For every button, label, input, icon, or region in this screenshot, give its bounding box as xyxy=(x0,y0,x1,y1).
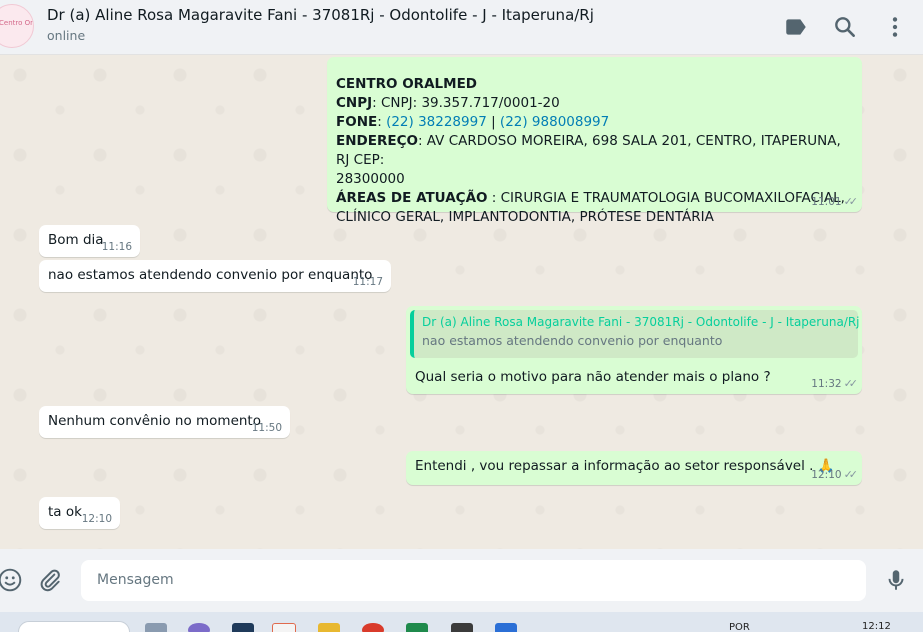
areas-value-cont: CLÍNICO GERAL, IMPLANTODONTIA, PRÓTESE D… xyxy=(336,209,714,225)
message-text: Qual seria o motivo para não atender mai… xyxy=(415,369,771,385)
cnpj-value: : CNPJ: 39.357.717/0001-20 xyxy=(372,95,560,111)
taskbar-clock[interactable]: 12:12 xyxy=(862,621,891,632)
message-time: 11:50 xyxy=(251,422,282,434)
message-input-placeholder: Mensagem xyxy=(97,572,174,588)
menu-icon[interactable] xyxy=(882,14,908,40)
taskbar-app-icon[interactable] xyxy=(145,623,167,632)
taskbar-app-icon[interactable] xyxy=(318,623,340,632)
endereco-label: ENDEREÇO xyxy=(336,133,418,149)
areas-label: ÁREAS DE ATUAÇÃO xyxy=(336,190,488,206)
message-time: 12:10 xyxy=(81,513,112,525)
message-text: Entendi , vou repassar a informação ao s… xyxy=(415,458,835,474)
contact-name[interactable]: Dr (a) Aline Rosa Magaravite Fani - 3708… xyxy=(47,6,594,24)
fone-label: FONE xyxy=(336,114,378,130)
double-check-icon: ✓✓ xyxy=(843,195,859,208)
message-text: Bom dia xyxy=(48,232,104,248)
message-time: 11:16 xyxy=(101,241,132,253)
message-outgoing-business-info[interactable]: CENTRO ORALMED CNPJ: CNPJ: 39.357.717/00… xyxy=(327,57,862,225)
compose-bar: Mensagem xyxy=(0,549,923,612)
cnpj-label: CNPJ xyxy=(336,95,373,111)
message-text: Nenhum convênio no momento xyxy=(48,413,261,429)
message-text: nao estamos atendendo convenio por enqua… xyxy=(48,267,373,283)
double-check-icon: ✓✓ xyxy=(843,377,859,390)
message-incoming[interactable]: Nenhum convênio no momento 11:50 xyxy=(39,406,290,438)
keyboard-language[interactable]: POR xyxy=(729,622,750,632)
message-time: 12:10 ✓✓ xyxy=(811,468,859,481)
message-outgoing[interactable]: Entendi , vou repassar a informação ao s… xyxy=(406,451,862,485)
taskbar-search[interactable] xyxy=(18,621,130,632)
taskbar-app-icon[interactable] xyxy=(406,623,428,632)
search-icon[interactable] xyxy=(832,14,858,40)
areas-value: : CIRURGIA E TRAUMATOLOGIA BUCOMAXILOFAC… xyxy=(487,190,845,206)
attach-icon[interactable] xyxy=(37,567,63,593)
message-time: 11:17 xyxy=(352,276,383,288)
chat-header: Centro Oralmed Dr (a) Aline Rosa Magarav… xyxy=(0,0,923,55)
company-name: CENTRO ORALMED xyxy=(336,76,477,92)
os-taskbar: POR 12:12 xyxy=(0,612,923,632)
phone-link-1[interactable]: (22) 38228997 xyxy=(386,114,487,130)
mic-icon[interactable] xyxy=(883,567,909,593)
message-incoming[interactable]: ta ok 12:10 xyxy=(39,497,120,529)
phone-divider: | xyxy=(486,114,500,130)
quoted-author: Dr (a) Aline Rosa Magaravite Fani - 3708… xyxy=(422,315,860,329)
taskbar-app-icon[interactable] xyxy=(451,623,473,632)
emoji-icon[interactable] xyxy=(0,567,23,593)
endereco-cep: 28300000 xyxy=(336,171,405,187)
message-time: 11:01 ✓✓ xyxy=(811,195,859,208)
taskbar-app-icon[interactable] xyxy=(362,623,384,632)
message-outgoing-reply[interactable]: Dr (a) Aline Rosa Magaravite Fani - 3708… xyxy=(406,306,862,394)
double-check-icon: ✓✓ xyxy=(843,468,859,481)
fone-sep: : xyxy=(377,114,387,130)
quoted-text: nao estamos atendendo convenio por enqua… xyxy=(422,333,723,348)
contact-avatar[interactable]: Centro Oralmed xyxy=(0,4,34,48)
taskbar-app-icon[interactable] xyxy=(232,623,254,632)
quoted-message[interactable]: Dr (a) Aline Rosa Magaravite Fani - 3708… xyxy=(410,310,860,358)
avatar-logo-text: Centro Oralmed xyxy=(0,19,33,27)
taskbar-app-icon[interactable] xyxy=(495,623,517,632)
message-text: ta ok xyxy=(48,504,82,520)
contact-status: online xyxy=(47,28,86,43)
taskbar-app-icon[interactable] xyxy=(188,623,210,632)
message-incoming[interactable]: nao estamos atendendo convenio por enqua… xyxy=(39,260,391,292)
label-icon[interactable] xyxy=(783,14,809,40)
message-list[interactable]: CENTRO ORALMED CNPJ: CNPJ: 39.357.717/00… xyxy=(0,55,923,549)
message-input[interactable]: Mensagem xyxy=(81,560,866,601)
message-time: 11:32 ✓✓ xyxy=(811,377,859,390)
message-incoming[interactable]: Bom dia 11:16 xyxy=(39,225,140,257)
taskbar-app-icon[interactable] xyxy=(272,623,296,632)
phone-link-2[interactable]: (22) 988008997 xyxy=(500,114,609,130)
